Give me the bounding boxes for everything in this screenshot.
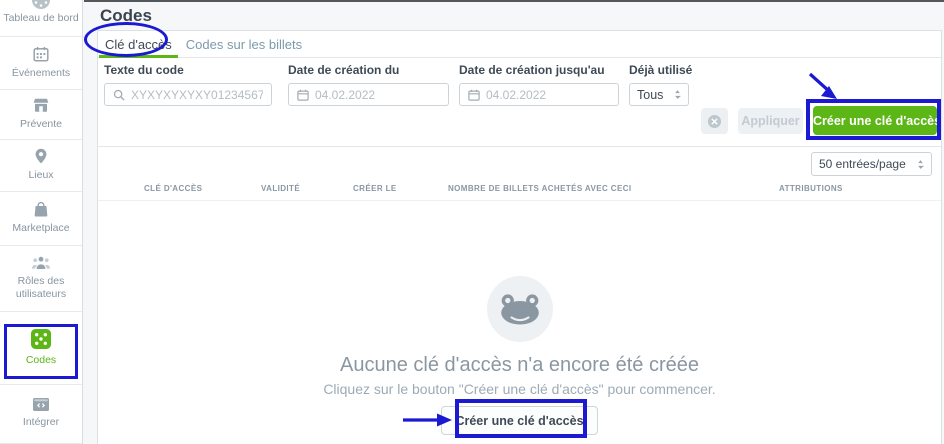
- filter-code-text: Texte du code: [104, 63, 272, 106]
- create-access-key-empty-button[interactable]: Créer une clé d'accès: [441, 406, 597, 435]
- sidebar-item-label: Rôles des utilisateurs: [3, 275, 79, 301]
- sidebar-item-label: Codes: [3, 354, 79, 367]
- stepper-icon: [674, 89, 681, 100]
- sidebar-item-label: Événements: [3, 67, 79, 80]
- date-from-field[interactable]: [288, 83, 449, 106]
- empty-state: Aucune clé d'accès n'a encore été créée …: [98, 276, 941, 435]
- embed-icon: [33, 398, 49, 411]
- sidebar: Tableau de bord Événements Prévente Lieu…: [0, 0, 83, 444]
- empty-state-subtitle: Cliquez sur le bouton "Créer une clé d'a…: [98, 381, 941, 397]
- table-header-divider: [98, 200, 941, 201]
- apply-button[interactable]: Appliquer: [738, 108, 803, 134]
- calendar-icon: [297, 89, 309, 101]
- top-edge-divider: [84, 0, 944, 2]
- storefront-icon: [33, 97, 49, 113]
- sidebar-item-integrate[interactable]: Intégrer: [0, 385, 82, 444]
- search-icon: [113, 89, 125, 101]
- column-header-validity: VALIDITÉ: [261, 184, 300, 193]
- sidebar-item-events[interactable]: Événements: [0, 37, 82, 90]
- shopping-bag-icon: [33, 201, 49, 217]
- filter-date-from: Date de création du: [288, 63, 449, 106]
- sidebar-item-label: Tableau de bord: [3, 12, 79, 25]
- select-value: Tous: [637, 88, 663, 102]
- filter-label: Déjà utilisé: [629, 63, 689, 77]
- date-from-input[interactable]: [315, 88, 440, 102]
- column-header-tickets-bought: NOMBRE DE BILLETS ACHETÉS AVEC CECI: [448, 184, 632, 193]
- tab-ticket-codes[interactable]: Codes sur les billets: [179, 31, 309, 57]
- filter-label: Date de création jusqu'au: [459, 63, 619, 77]
- empty-state-title: Aucune clé d'accès n'a encore été créée: [98, 354, 941, 377]
- users-icon: [32, 256, 50, 270]
- dice-icon: [31, 329, 51, 349]
- section-divider: [98, 146, 941, 147]
- calendar-icon: [33, 46, 49, 62]
- codes-card: Clé d'accès Codes sur les billets Texte …: [97, 30, 942, 444]
- map-pin-icon: [33, 148, 49, 164]
- already-used-select[interactable]: Tous: [629, 83, 689, 106]
- column-header-created: CRÉER LE: [353, 184, 397, 193]
- sidebar-item-venues[interactable]: Lieux: [0, 140, 82, 192]
- codes-page: Tableau de bord Événements Prévente Lieu…: [0, 0, 944, 444]
- sidebar-item-presale[interactable]: Prévente: [0, 90, 82, 140]
- select-value: 50 entrées/page: [819, 157, 906, 171]
- stepper-icon: [917, 159, 924, 170]
- tab-bar: Clé d'accès Codes sur les billets: [98, 31, 941, 58]
- date-to-field[interactable]: [459, 83, 619, 106]
- gauge-icon: [31, 0, 51, 10]
- main-content: Codes Clé d'accès Codes sur les billets …: [84, 0, 944, 444]
- entries-per-page-select[interactable]: 50 entrées/page: [811, 152, 932, 176]
- sidebar-item-label: Intégrer: [3, 416, 79, 429]
- sidebar-item-user-roles[interactable]: Rôles des utilisateurs: [0, 246, 82, 312]
- sidebar-item-label: Lieux: [3, 169, 79, 182]
- tab-label: Codes sur les billets: [186, 37, 302, 52]
- clear-filters-button[interactable]: [701, 108, 728, 134]
- calendar-icon: [468, 89, 480, 101]
- filter-label: Date de création du: [288, 63, 449, 77]
- sidebar-item-codes[interactable]: Codes: [0, 312, 82, 385]
- filter-date-to: Date de création jusqu'au: [459, 63, 619, 106]
- filter-label: Texte du code: [104, 63, 272, 77]
- create-access-key-button[interactable]: Créer une clé d'accès: [813, 106, 937, 135]
- filter-already-used: Déjà utilisé Tous: [629, 63, 689, 106]
- sidebar-item-marketplace[interactable]: Marketplace: [0, 192, 82, 246]
- code-text-field[interactable]: [104, 83, 272, 106]
- empty-state-illustration: [487, 276, 553, 342]
- date-to-input[interactable]: [486, 88, 610, 102]
- close-circle-icon: [707, 114, 722, 129]
- sidebar-item-label: Marketplace: [3, 222, 79, 235]
- tab-access-key[interactable]: Clé d'accès: [98, 31, 179, 57]
- page-title: Codes: [100, 6, 152, 26]
- column-header-access-key: CLÉ D'ACCÈS: [144, 184, 202, 193]
- sidebar-item-label: Prévente: [3, 118, 79, 131]
- frog-icon: [499, 293, 541, 325]
- code-text-input[interactable]: [131, 88, 263, 102]
- column-header-attributions: ATTRIBUTIONS: [779, 184, 843, 193]
- sidebar-item-dashboard[interactable]: Tableau de bord: [0, 0, 82, 37]
- tab-label: Clé d'accès: [105, 37, 172, 52]
